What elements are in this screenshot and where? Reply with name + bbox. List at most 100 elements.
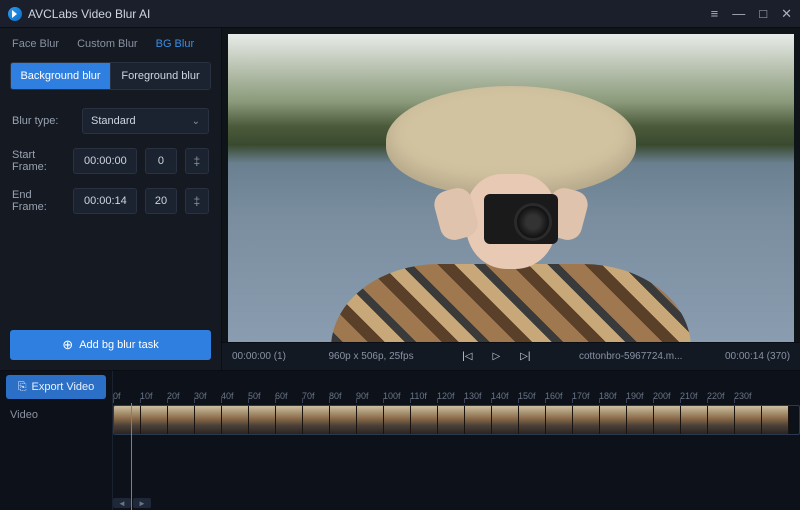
app-logo-icon bbox=[8, 7, 22, 21]
blur-type-select[interactable]: Standard ⌄ bbox=[82, 108, 209, 134]
export-video-button[interactable]: ⎘ Export Video bbox=[6, 375, 106, 399]
clip-thumbnail bbox=[141, 406, 168, 434]
chevron-down-icon: ⌄ bbox=[192, 116, 200, 127]
clip-thumbnail bbox=[546, 406, 573, 434]
ruler-tick: 230f bbox=[734, 391, 761, 401]
ruler-tick: 100f bbox=[383, 391, 410, 401]
ruler-tick: 10f bbox=[140, 391, 167, 401]
ruler-tick: 0f bbox=[113, 391, 140, 401]
ruler-tick: 110f bbox=[410, 391, 437, 401]
plus-circle-icon: ⊕ bbox=[62, 337, 73, 353]
video-track-label: Video bbox=[10, 409, 102, 421]
end-frame-label: End Frame: bbox=[12, 189, 65, 213]
end-time-input[interactable]: 00:00:14 bbox=[73, 188, 137, 214]
timeline-panel: ⎘ Export Video 0f10f20f30f40f50f60f70f80… bbox=[0, 370, 800, 510]
mode-tabs: Face Blur Custom Blur BG Blur bbox=[0, 28, 221, 58]
clip-thumbnail bbox=[438, 406, 465, 434]
clip-thumbnail bbox=[627, 406, 654, 434]
ruler-tick: 70f bbox=[302, 391, 329, 401]
start-frame-label: Start Frame: bbox=[12, 149, 65, 173]
video-dimensions: 960p x 506p, 25fps bbox=[329, 351, 414, 362]
video-clip[interactable] bbox=[113, 405, 800, 435]
foreground-blur-button[interactable]: Foreground blur bbox=[110, 63, 210, 89]
start-set-button[interactable]: ‡ bbox=[185, 148, 209, 174]
clip-thumbnail bbox=[330, 406, 357, 434]
stage: 00:00:00 (1) 960p x 506p, 25fps |◁ ▷ ▷| … bbox=[222, 28, 800, 370]
clip-thumbnail bbox=[168, 406, 195, 434]
background-blur-button[interactable]: Background blur bbox=[11, 63, 110, 89]
export-icon: ⎘ bbox=[18, 381, 27, 394]
ruler-tick: 180f bbox=[599, 391, 626, 401]
tab-bg-blur[interactable]: BG Blur bbox=[156, 38, 195, 50]
scroll-right-button[interactable]: ► bbox=[133, 498, 151, 508]
clip-thumbnail bbox=[222, 406, 249, 434]
ruler-tick: 220f bbox=[707, 391, 734, 401]
clip-thumbnail bbox=[708, 406, 735, 434]
minimize-button[interactable]: — bbox=[732, 7, 745, 20]
clip-thumbnail bbox=[303, 406, 330, 434]
clip-thumbnail bbox=[681, 406, 708, 434]
clip-thumbnail bbox=[465, 406, 492, 434]
ruler-tick: 20f bbox=[167, 391, 194, 401]
tab-custom-blur[interactable]: Custom Blur bbox=[77, 38, 138, 50]
playhead[interactable] bbox=[131, 403, 132, 510]
clip-thumbnail bbox=[573, 406, 600, 434]
start-frame-input[interactable]: 0 bbox=[145, 148, 176, 174]
clip-thumbnail bbox=[492, 406, 519, 434]
export-label: Export Video bbox=[32, 381, 95, 393]
timeline-ruler[interactable]: 0f10f20f30f40f50f60f70f80f90f100f110f120… bbox=[112, 371, 800, 403]
clip-thumbnail bbox=[411, 406, 438, 434]
close-button[interactable]: ✕ bbox=[781, 7, 792, 20]
clip-thumbnail bbox=[654, 406, 681, 434]
blur-type-value: Standard bbox=[91, 115, 136, 127]
clip-thumbnail bbox=[519, 406, 546, 434]
ruler-tick: 50f bbox=[248, 391, 275, 401]
clip-thumbnail bbox=[249, 406, 276, 434]
video-duration: 00:00:14 (370) bbox=[725, 351, 790, 362]
end-frame-input[interactable]: 20 bbox=[145, 188, 176, 214]
clip-thumbnail bbox=[114, 406, 141, 434]
ruler-tick: 160f bbox=[545, 391, 572, 401]
playhead-position: 00:00:00 (1) bbox=[232, 351, 286, 362]
clip-thumbnail bbox=[357, 406, 384, 434]
playbar: 00:00:00 (1) 960p x 506p, 25fps |◁ ▷ ▷| … bbox=[222, 342, 800, 370]
ruler-tick: 200f bbox=[653, 391, 680, 401]
clip-thumbnail bbox=[600, 406, 627, 434]
clip-thumbnail bbox=[384, 406, 411, 434]
add-task-label: Add bg blur task bbox=[79, 339, 159, 351]
bg-subtabs: Background blur Foreground blur bbox=[10, 62, 211, 90]
ruler-tick: 150f bbox=[518, 391, 545, 401]
clip-thumbnail bbox=[195, 406, 222, 434]
prev-frame-button[interactable]: |◁ bbox=[456, 351, 478, 362]
sidebar: Face Blur Custom Blur BG Blur Background… bbox=[0, 28, 222, 370]
ruler-tick: 60f bbox=[275, 391, 302, 401]
clip-thumbnail bbox=[762, 406, 789, 434]
add-bg-blur-task-button[interactable]: ⊕ Add bg blur task bbox=[10, 330, 211, 360]
ruler-tick: 140f bbox=[491, 391, 518, 401]
app-title: AVCLabs Video Blur AI bbox=[28, 7, 711, 21]
menu-icon[interactable]: ≡ bbox=[711, 7, 719, 20]
blur-type-label: Blur type: bbox=[12, 115, 74, 127]
titlebar: AVCLabs Video Blur AI ≡ — □ ✕ bbox=[0, 0, 800, 28]
ruler-tick: 130f bbox=[464, 391, 491, 401]
video-filename: cottonbro-5967724.m... bbox=[579, 351, 682, 362]
clip-thumbnail bbox=[735, 406, 762, 434]
clip-thumbnail bbox=[276, 406, 303, 434]
play-button[interactable]: ▷ bbox=[486, 351, 506, 362]
ruler-tick: 120f bbox=[437, 391, 464, 401]
maximize-button[interactable]: □ bbox=[759, 7, 767, 20]
ruler-tick: 90f bbox=[356, 391, 383, 401]
ruler-tick: 30f bbox=[194, 391, 221, 401]
scroll-left-button[interactable]: ◄ bbox=[113, 498, 131, 508]
video-preview[interactable] bbox=[228, 34, 794, 342]
tab-face-blur[interactable]: Face Blur bbox=[12, 38, 59, 50]
ruler-tick: 40f bbox=[221, 391, 248, 401]
track-area[interactable]: ◄ ► bbox=[112, 403, 800, 510]
ruler-tick: 190f bbox=[626, 391, 653, 401]
ruler-tick: 80f bbox=[329, 391, 356, 401]
next-frame-button[interactable]: ▷| bbox=[514, 351, 536, 362]
end-set-button[interactable]: ‡ bbox=[185, 188, 209, 214]
ruler-tick: 170f bbox=[572, 391, 599, 401]
start-time-input[interactable]: 00:00:00 bbox=[73, 148, 137, 174]
ruler-tick: 210f bbox=[680, 391, 707, 401]
